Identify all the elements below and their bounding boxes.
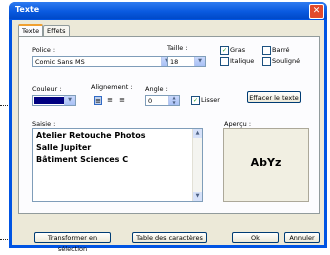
saisie-line-3: Bâtiment Sciences C: [36, 155, 129, 164]
scroll-down-icon[interactable]: ▼: [193, 192, 202, 201]
annuler-button[interactable]: Annuler: [284, 232, 320, 243]
gras-label: Gras: [230, 46, 246, 54]
saisie-line-1: Atelier Retouche Photos: [36, 131, 146, 140]
align-left-button[interactable]: ≡: [94, 96, 102, 105]
couleur-label: Couleur :: [32, 85, 62, 93]
couleur-picker[interactable]: ▼: [32, 95, 76, 106]
ok-button[interactable]: Ok: [232, 232, 279, 243]
scroll-up-icon[interactable]: ▲: [193, 129, 202, 138]
texte-dialog: Texte ✕ Texte Effets Police : Comic Sans…: [9, 2, 327, 253]
apercu-preview: AbYz: [223, 128, 309, 202]
align-right-button[interactable]: ≡: [118, 96, 126, 105]
barre-checkbox[interactable]: [262, 46, 271, 55]
taille-select[interactable]: 18 ▼: [167, 56, 206, 67]
window-title: Texte: [15, 5, 40, 14]
dialog-client: Texte Effets Police : Comic Sans MS ▼ Ta…: [12, 20, 324, 253]
tab-panel-texte: Police : Comic Sans MS ▼ Taille : 18 ▼ ✓…: [18, 36, 320, 214]
effacer-texte-button[interactable]: Effacer le texte: [247, 91, 301, 103]
lisser-label: Lisser: [201, 96, 220, 104]
apercu-text: AbYz: [250, 156, 282, 169]
table-caracteres-button[interactable]: Table des caractères: [132, 232, 207, 243]
angle-input[interactable]: 0 ▲ ▼: [145, 95, 180, 106]
vertical-scrollbar[interactable]: ▲ ▼: [192, 129, 202, 201]
color-swatch: [34, 97, 65, 104]
police-select[interactable]: Comic Sans MS ▼: [32, 56, 173, 67]
police-value: Comic Sans MS: [35, 58, 85, 66]
transformer-selection-button[interactable]: Transformer en sélection: [34, 232, 111, 253]
title-bar[interactable]: Texte ✕: [9, 2, 327, 19]
angle-value: 0: [148, 97, 153, 105]
souligne-label: Souligné: [272, 57, 301, 65]
saisie-line-2: Salle Jupiter: [36, 143, 92, 152]
apercu-label: Aperçu :: [224, 120, 252, 128]
italique-checkbox[interactable]: [220, 57, 229, 66]
taille-label: Taille :: [167, 44, 188, 52]
souligne-checkbox[interactable]: [262, 57, 271, 66]
barre-label: Barré: [272, 46, 290, 54]
lisser-checkbox[interactable]: ✓: [191, 96, 200, 105]
saisie-textarea[interactable]: Atelier Retouche Photos Salle Jupiter Bâ…: [32, 128, 203, 202]
alignement-label: Alignement :: [91, 83, 133, 91]
taille-value: 18: [170, 58, 179, 66]
spinner-icon[interactable]: ▲ ▼: [168, 95, 179, 105]
italique-label: Italique: [230, 57, 255, 65]
close-button[interactable]: ✕: [309, 4, 324, 19]
gras-checkbox[interactable]: ✓: [220, 46, 229, 55]
align-center-button[interactable]: ≡: [106, 96, 114, 105]
close-icon: ✕: [312, 6, 321, 16]
angle-label: Angle :: [145, 85, 168, 93]
chevron-down-icon[interactable]: ▼: [64, 96, 75, 105]
police-label: Police :: [32, 46, 56, 54]
saisie-label: Saisie :: [32, 120, 56, 128]
chevron-down-icon[interactable]: ▼: [194, 57, 205, 66]
